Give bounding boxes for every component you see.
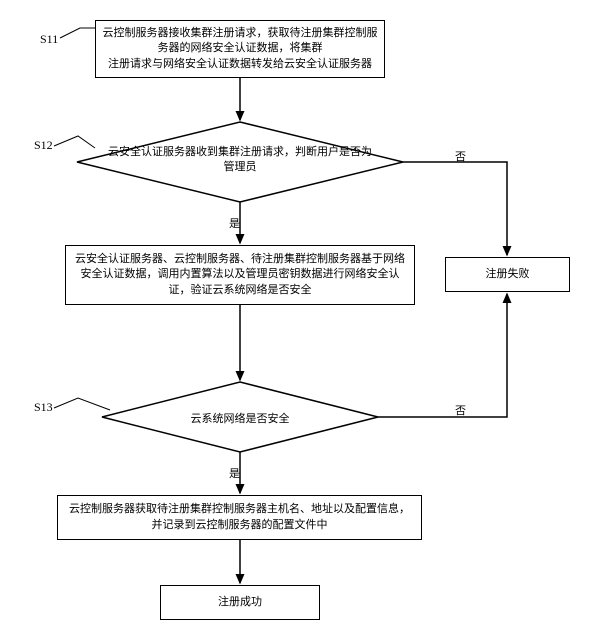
step-label-s12: S12: [34, 138, 53, 153]
edge-label-no-2: 否: [453, 402, 468, 418]
process-box-s11: 云控制服务器接收集群注册请求，获取待注册集群控制服务器的网络安全认证数据，将集群…: [95, 20, 385, 78]
edge-label-yes-1: 是: [227, 215, 242, 231]
edge-label-no-1: 否: [453, 148, 468, 164]
step-label-s13: S13: [34, 400, 53, 415]
process-box-auth: 云安全认证服务器、云控制服务器、待注册集群控制服务器基于网络安全认证数据，调用内…: [65, 245, 415, 305]
decision-text-s13: 云系统网络是否安全: [155, 410, 325, 426]
process-text: 云安全认证服务器、云控制服务器、待注册集群控制服务器基于网络安全认证数据，调用内…: [72, 252, 408, 298]
decision-text-s12: 云安全认证服务器收到集群注册请求，判断用户是否为管理员: [105, 145, 375, 176]
process-box-record: 云控制服务器获取待注册集群控制服务器主机名、地址以及配置信息，并记录到云控制服务…: [57, 495, 422, 540]
process-text: 云控制服务器获取待注册集群控制服务器主机名、地址以及配置信息，并记录到云控制服务…: [64, 502, 415, 533]
process-text: 注册成功: [218, 595, 262, 610]
process-text: 云控制服务器接收集群注册请求，获取待注册集群控制服务器的网络安全认证数据，将集群…: [102, 26, 378, 72]
flow-arrows: [0, 0, 590, 639]
process-text: 注册失败: [486, 267, 530, 282]
process-box-success: 注册成功: [160, 585, 320, 620]
edge-label-yes-2: 是: [227, 465, 242, 481]
step-label-s11: S11: [40, 32, 58, 47]
process-box-fail: 注册失败: [445, 257, 570, 292]
